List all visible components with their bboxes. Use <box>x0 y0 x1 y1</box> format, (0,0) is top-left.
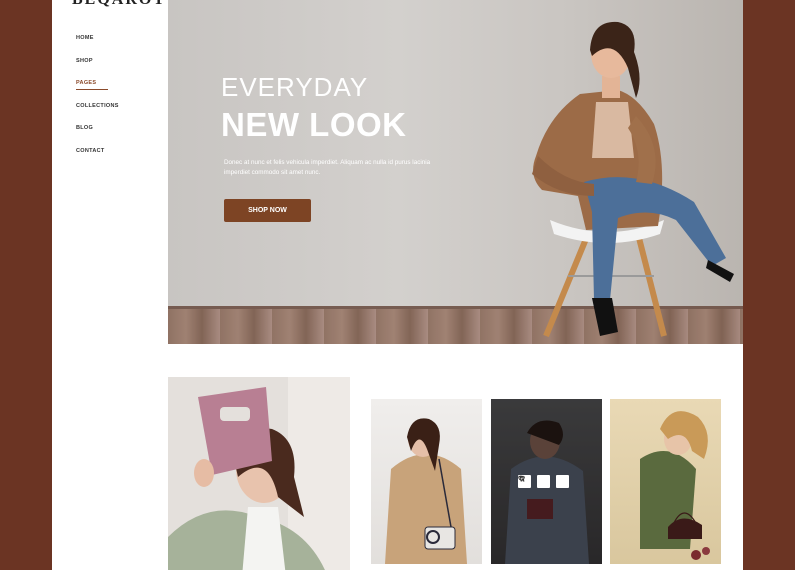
hero-model-image <box>532 21 734 338</box>
hero-eyebrow: EVERYDAY <box>221 72 369 102</box>
sidebar: BEQAROT HOME SHOP PAGES COLLECTIONS BLOG… <box>52 0 168 570</box>
logo[interactable]: BEQAROT <box>72 0 166 9</box>
hero-banner: EVERYDAY NEW LOOK Donec at nunc et felis… <box>168 0 743 344</box>
nav-item-home[interactable]: HOME <box>76 34 119 57</box>
product-card-2[interactable] <box>491 399 602 564</box>
product-photo-1 <box>385 418 467 564</box>
nav-item-contact[interactable]: CONTACT <box>76 147 119 170</box>
main-nav: HOME SHOP PAGES COLLECTIONS BLOG CONTACT <box>76 34 119 170</box>
heart-icon[interactable] <box>518 475 550 488</box>
nav-item-collections[interactable]: COLLECTIONS <box>76 102 119 125</box>
product-photo-3 <box>640 411 710 560</box>
product-card-1[interactable] <box>371 399 482 564</box>
page: BEQAROT HOME SHOP PAGES COLLECTIONS BLOG… <box>52 0 743 570</box>
hero-description: Donec at nunc et felis vehicula imperdie… <box>224 159 431 176</box>
hero-title: NEW LOOK <box>221 106 407 143</box>
product-card-3[interactable] <box>610 399 721 564</box>
featured-photo <box>168 377 350 570</box>
nav-item-pages[interactable]: PAGES <box>76 79 119 102</box>
featured-product-image[interactable] <box>168 377 350 570</box>
zoom-icon[interactable] <box>518 475 569 488</box>
shop-now-button[interactable]: SHOP NOW <box>224 199 311 222</box>
product-quick-actions <box>518 475 569 488</box>
nav-item-shop[interactable]: SHOP <box>76 57 119 80</box>
nav-item-blog[interactable]: BLOG <box>76 124 119 147</box>
